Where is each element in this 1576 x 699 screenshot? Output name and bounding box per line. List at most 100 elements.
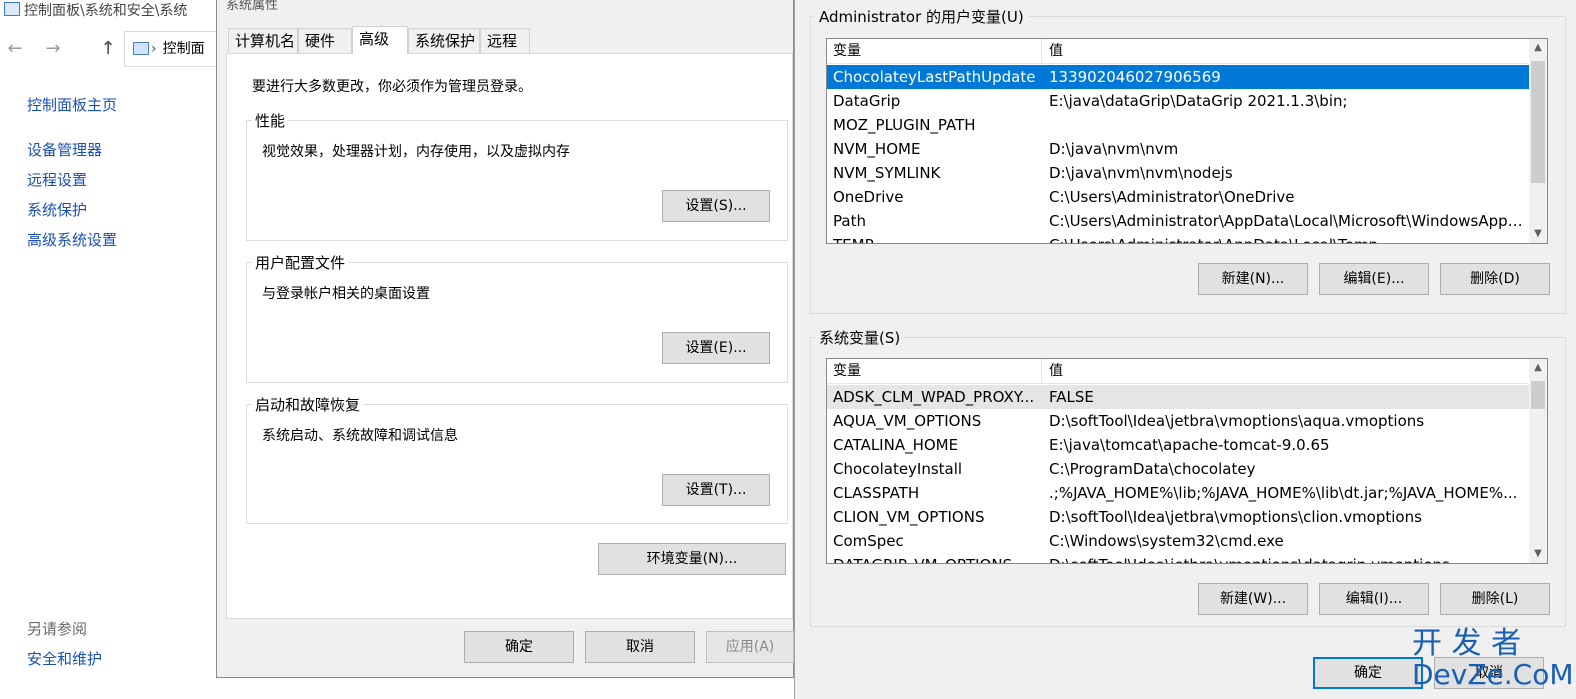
scroll-up-icon[interactable]: ▲ [1529, 359, 1547, 377]
variable-name-cell: Path [833, 212, 866, 230]
user-profiles-settings-button[interactable]: 设置(E)... [662, 332, 770, 364]
column-divider[interactable] [1041, 359, 1042, 383]
table-row[interactable]: TEMP C:\Users\Administrator\AppData\Local… [827, 233, 1529, 243]
performance-label: 性能 [252, 110, 289, 131]
column-header-variable[interactable]: 变量 [833, 359, 861, 383]
variable-value-cell: D:\java\nvm\nvm\nodejs [1049, 164, 1233, 182]
system-protection-link[interactable]: 系统保护 [27, 199, 87, 220]
user-variables-list[interactable]: 变量 值 ChocolateyLastPathUpdate 13390204602… [826, 38, 1548, 244]
table-row[interactable]: NVM_HOME D:\java\nvm\nvm [827, 137, 1529, 161]
variable-value-cell: C:\Users\Administrator\AppData\Local\Tem… [1049, 233, 1523, 243]
variable-value-cell: D:\softTool\Idea\jetbra\vmoptions\aqua.v… [1049, 412, 1425, 430]
vertical-scrollbar[interactable]: ▲ ▼ [1529, 359, 1547, 563]
table-row[interactable]: AQUA_VM_OPTIONS D:\softTool\Idea\jetbra\v… [827, 409, 1529, 433]
variable-name-cell: CATALINA_HOME [833, 436, 959, 454]
back-button[interactable]: ← [4, 36, 26, 62]
scroll-down-icon[interactable]: ▼ [1529, 545, 1547, 563]
breadcrumb-separator-icon: › [151, 41, 157, 57]
dialog-title: 系统属性 [226, 0, 279, 13]
variable-value-cell: D:\softTool\Idea\jetbra\vmoptions\datagr… [1049, 553, 1523, 563]
column-header-value[interactable]: 值 [1049, 359, 1063, 383]
table-row[interactable]: ChocolateyInstall C:\ProgramData\chocolat… [827, 457, 1529, 481]
up-button[interactable]: ↑ [97, 36, 119, 62]
variable-value-cell: D:\java\nvm\nvm [1049, 140, 1179, 158]
variable-name-cell: DataGrip [833, 92, 901, 110]
env-ok-button[interactable]: 确定 [1313, 657, 1423, 689]
table-row[interactable]: ComSpec C:\Windows\system32\cmd.exe [827, 529, 1529, 553]
computer-icon [4, 2, 20, 16]
table-row[interactable]: CLION_VM_OPTIONS D:\softTool\Idea\jetbra\… [827, 505, 1529, 529]
remote-settings-link[interactable]: 远程设置 [27, 169, 87, 190]
system-variables-rows: ADSK_CLM_WPAD_PROXY... FALSE AQUA_VM_OPTIO… [827, 385, 1529, 563]
performance-settings-button[interactable]: 设置(S)... [662, 190, 770, 222]
variable-value-cell: C:\ProgramData\chocolatey [1049, 460, 1256, 478]
tab-remote[interactable]: 远程 [480, 28, 530, 53]
performance-desc: 视觉效果，处理器计划，内存使用，以及虚拟内存 [262, 144, 570, 160]
watermark-logo: DevZe.CoM [1412, 658, 1574, 691]
tab-advanced[interactable]: 高级 [352, 26, 408, 54]
scroll-down-icon[interactable]: ▼ [1529, 225, 1547, 243]
table-row[interactable]: CLASSPATH .;%JAVA_HOME%\lib;%JAVA_HOME%\l… [827, 481, 1529, 505]
forward-button[interactable]: → [42, 36, 64, 62]
scroll-thumb[interactable] [1531, 61, 1545, 183]
variable-value-cell: E:\java\dataGrip\DataGrip 2021.1.3\bin; [1049, 92, 1348, 110]
variable-name-cell: ADSK_CLM_WPAD_PROXY... [833, 388, 1035, 406]
variable-name-cell: OneDrive [833, 188, 904, 206]
system-edit-button[interactable]: 编辑(I)... [1319, 583, 1429, 615]
column-header-value[interactable]: 值 [1049, 39, 1063, 63]
variable-value-cell: 133902046027906569 [1049, 68, 1221, 86]
table-row[interactable]: MOZ_PLUGIN_PATH [827, 113, 1529, 137]
user-delete-button[interactable]: 删除(D) [1440, 263, 1550, 295]
variable-name-cell: ChocolateyLastPathUpdate [833, 68, 1036, 86]
variable-value-cell: C:\Users\Administrator\OneDrive [1049, 188, 1295, 206]
startup-recovery-group [246, 404, 788, 524]
table-row[interactable]: NVM_SYMLINK D:\java\nvm\nvm\nodejs [827, 161, 1529, 185]
list-header: 变量 值 [827, 39, 1527, 64]
table-row[interactable]: Path C:\Users\Administrator\AppData\Local… [827, 209, 1529, 233]
user-edit-button[interactable]: 编辑(E)... [1319, 263, 1429, 295]
scroll-thumb[interactable] [1531, 381, 1545, 409]
system-new-button[interactable]: 新建(W)... [1198, 583, 1308, 615]
column-header-variable[interactable]: 变量 [833, 39, 861, 63]
vertical-scrollbar[interactable]: ▲ ▼ [1529, 39, 1547, 243]
tab-computer-name[interactable]: 计算机名 [228, 28, 298, 53]
apply-button[interactable]: 应用(A) [706, 631, 794, 663]
variable-name-cell: NVM_HOME [833, 140, 921, 158]
device-manager-link[interactable]: 设备管理器 [27, 139, 102, 160]
column-divider[interactable] [1041, 39, 1042, 63]
system-delete-button[interactable]: 删除(L) [1440, 583, 1550, 615]
computer-icon [133, 42, 149, 55]
tab-system-protection[interactable]: 系统保护 [408, 28, 480, 53]
variable-value-cell: E:\java\tomcat\apache-tomcat-9.0.65 [1049, 436, 1330, 454]
variable-value-cell: FALSE [1049, 388, 1094, 406]
scroll-up-icon[interactable]: ▲ [1529, 39, 1547, 57]
list-header: 变量 值 [827, 359, 1527, 384]
variable-name-cell: ComSpec [833, 532, 904, 550]
startup-recovery-label: 启动和故障恢复 [252, 394, 364, 415]
advanced-system-settings-link[interactable]: 高级系统设置 [27, 229, 117, 250]
table-row[interactable]: DATAGRIP_VM_OPTIONS D:\softTool\Idea\jetb… [827, 553, 1529, 563]
tab-hardware[interactable]: 硬件 [298, 28, 352, 53]
user-new-button[interactable]: 新建(N)... [1198, 263, 1308, 295]
environment-variables-button[interactable]: 环境变量(N)... [598, 543, 786, 575]
security-maintenance-link[interactable]: 安全和维护 [27, 648, 102, 669]
system-variables-list[interactable]: 变量 值 ADSK_CLM_WPAD_PROXY... FALSE AQUA_VM_… [826, 358, 1548, 564]
user-profiles-label: 用户配置文件 [252, 252, 349, 273]
ok-button[interactable]: 确定 [464, 631, 574, 663]
window-title: 控制面板\系统和安全\系统 [0, 0, 240, 20]
table-row[interactable]: ADSK_CLM_WPAD_PROXY... FALSE [827, 385, 1529, 409]
table-row[interactable]: DataGrip E:\java\dataGrip\DataGrip 2021.1… [827, 89, 1529, 113]
table-row[interactable]: CATALINA_HOME E:\java\tomcat\apache-tomca… [827, 433, 1529, 457]
control-panel-home-link[interactable]: 控制面板主页 [27, 94, 117, 115]
variable-name-cell: ChocolateyInstall [833, 460, 963, 478]
cancel-button[interactable]: 取消 [585, 631, 695, 663]
startup-recovery-settings-button[interactable]: 设置(T)... [662, 474, 770, 506]
variable-name-cell: CLASSPATH [833, 484, 920, 502]
variable-value-cell: C:\Users\Administrator\AppData\Local\Mic… [1049, 212, 1523, 230]
table-row[interactable]: OneDrive C:\Users\Administrator\OneDrive [827, 185, 1529, 209]
table-row[interactable]: ChocolateyLastPathUpdate 1339020460279065… [827, 65, 1529, 89]
performance-group [246, 120, 788, 241]
variable-name-cell: TEMP [833, 233, 1037, 243]
system-variables-label: 系统变量(S) [815, 327, 905, 348]
admin-note: 要进行大多数更改，你必须作为管理员登录。 [252, 79, 532, 95]
